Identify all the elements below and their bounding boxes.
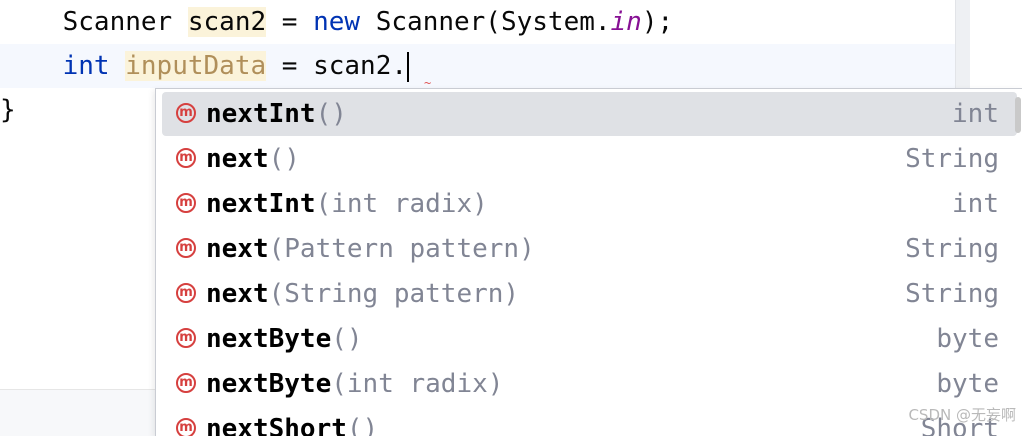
return-type: String (905, 234, 999, 264)
method-params: (int radix) (315, 189, 488, 219)
code-line-1: Scanner scan2 = new Scanner(System.in); (0, 0, 673, 44)
method-params: () (268, 144, 300, 174)
method-name: nextInt (206, 99, 316, 129)
static-field-in: in (610, 7, 642, 37)
completion-item[interactable]: m nextShort() Short (162, 407, 1017, 436)
method-icon: m (176, 373, 196, 393)
watermark: CSDN @无妄啊 (908, 406, 1016, 424)
method-name: nextByte (206, 369, 332, 399)
completion-item[interactable]: m next() String (162, 137, 1017, 181)
assign-op: = (266, 7, 314, 37)
method-icon: m (176, 418, 196, 436)
method-params: () (331, 324, 363, 354)
text-caret (407, 51, 410, 82)
assignment-expression: = scan2. (266, 51, 408, 81)
code-completion-popup[interactable]: m nextInt() int m next() String m nextInt(int r… (155, 88, 1022, 436)
return-type: byte (936, 324, 999, 354)
completion-method-name: nextShort() (206, 407, 378, 436)
completion-item[interactable]: m nextByte() byte (162, 317, 1017, 361)
method-icon: m (176, 238, 196, 258)
method-name: nextInt (206, 189, 316, 219)
code-line-3: } (0, 88, 16, 132)
method-name: nextShort (206, 414, 347, 436)
return-type: byte (936, 369, 999, 399)
completion-item[interactable]: m next(String pattern) String (162, 272, 1017, 316)
editor-scroll-gutter[interactable] (955, 0, 970, 88)
editor-bottom-area (0, 389, 156, 436)
method-name: next (206, 279, 269, 309)
completion-method-name: nextByte(int radix) (206, 362, 503, 406)
method-params: () (315, 99, 347, 129)
completion-method-name: nextInt() (206, 92, 347, 136)
method-icon: m (176, 148, 196, 168)
method-name: next (206, 234, 269, 264)
method-name: next (206, 144, 269, 174)
closing-brace: } (0, 95, 16, 125)
completion-item[interactable]: m nextInt(int radix) int (162, 182, 1017, 226)
method-params: (String pattern) (268, 279, 520, 309)
completion-method-name: next(String pattern) (206, 272, 519, 316)
completion-item[interactable]: m nextInt() int (162, 92, 1017, 136)
completion-method-name: next() (206, 137, 300, 181)
method-icon: m (176, 193, 196, 213)
return-type: int (952, 189, 999, 219)
method-name: nextByte (206, 324, 332, 354)
keyword-new: new (313, 7, 361, 37)
type-name: Scanner (62, 7, 173, 37)
completion-scrollbar[interactable] (1015, 97, 1021, 133)
completion-method-name: next(Pattern pattern) (206, 227, 535, 271)
completion-item[interactable]: m nextByte(int radix) byte (162, 362, 1017, 406)
code-line-2[interactable]: int inputData = scan2. (0, 44, 955, 88)
statement-end: ); (641, 7, 674, 37)
method-icon: m (176, 103, 196, 123)
completion-item[interactable]: m next(Pattern pattern) String (162, 227, 1017, 271)
keyword-int: int (62, 51, 110, 81)
constructor-call: Scanner(System. (360, 7, 611, 37)
method-params: () (346, 414, 379, 436)
completion-method-name: nextByte() (206, 317, 363, 361)
return-type: String (905, 279, 999, 309)
variable-scan2: scan2 (187, 7, 267, 37)
method-params: (Pattern pattern) (268, 234, 535, 264)
completion-method-name: nextInt(int radix) (206, 182, 488, 226)
method-icon: m (176, 283, 196, 303)
return-type: int (952, 99, 999, 129)
method-params: (int radix) (331, 369, 504, 399)
variable-inputdata: inputData (125, 51, 267, 81)
method-icon: m (176, 328, 196, 348)
return-type: String (905, 144, 999, 174)
